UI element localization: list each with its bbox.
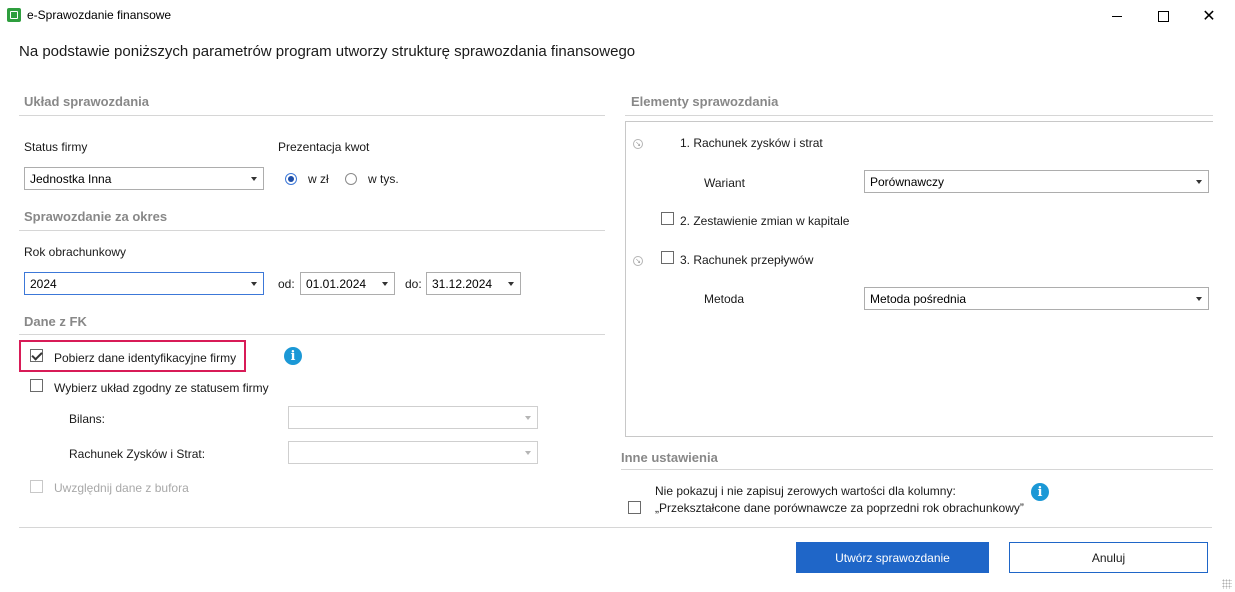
minimize-button[interactable] (1094, 0, 1140, 32)
wybierz-uklad-checkbox[interactable] (30, 379, 43, 392)
item-rachunek-przeplywow[interactable]: 3. Rachunek przepływów (680, 253, 813, 267)
footer-divider (19, 527, 1212, 528)
section-divider (19, 115, 605, 116)
section-title-fk: Dane z FK (24, 314, 87, 329)
zerowe-wartosci-line2: „Przekształcone dane porównawcze za popr… (655, 501, 1024, 515)
section-divider (625, 115, 1213, 116)
resize-grip-icon[interactable] (1222, 579, 1232, 589)
close-button[interactable]: ✕ (1186, 0, 1232, 32)
create-report-button[interactable]: Utwórz sprawozdanie (796, 542, 989, 573)
section-title-inne: Inne ustawienia (621, 450, 718, 465)
rok-obrachunkowy-combo[interactable]: 2024 (24, 272, 264, 295)
status-firmy-label: Status firmy (24, 140, 88, 154)
expand-glyph: ↘ (635, 140, 641, 148)
uwzglednij-bufor-label: Uwzględnij dane z bufora (54, 481, 189, 495)
dropdown-arrow-icon (251, 177, 257, 181)
bilans-combo[interactable] (288, 406, 538, 429)
dropdown-arrow-icon (1196, 180, 1202, 184)
zerowe-wartosci-line1: Nie pokazuj i nie zapisuj zerowych warto… (655, 484, 956, 498)
date-to-picker[interactable]: 31.12.2024 (426, 272, 521, 295)
dropdown-arrow-icon (251, 282, 257, 286)
od-label: od: (278, 277, 295, 291)
section-title-uklad: Układ sprawozdania (24, 94, 149, 109)
metoda-label: Metoda (704, 292, 745, 306)
date-to-value: 31.12.2024 (432, 277, 493, 291)
dropdown-arrow-icon (525, 416, 531, 420)
status-firmy-value: Jednostka Inna (30, 172, 112, 186)
date-from-value: 01.01.2024 (306, 277, 367, 291)
rachunek-przeplywow-checkbox[interactable] (661, 251, 674, 264)
radio-w-tys-label[interactable]: w tys. (368, 172, 399, 186)
wariant-combo[interactable]: Porównawczy (864, 170, 1209, 193)
info-glyph: i (1037, 484, 1043, 500)
dropdown-arrow-icon (382, 282, 388, 286)
metoda-combo[interactable]: Metoda pośrednia (864, 287, 1209, 310)
cancel-button[interactable]: Anuluj (1009, 542, 1208, 573)
info-glyph: i (290, 348, 296, 364)
info-icon[interactable]: i (284, 347, 302, 365)
section-divider (19, 230, 605, 231)
section-title-okres: Sprawozdanie za okres (24, 209, 168, 224)
app-icon (7, 8, 21, 22)
page-heading: Na podstawie poniższych parametrów progr… (19, 43, 636, 60)
section-divider (621, 469, 1213, 470)
expand-icon[interactable]: ↘ (633, 256, 643, 266)
radio-w-zl-label[interactable]: w zł (308, 172, 329, 186)
wariant-label: Wariant (704, 176, 745, 190)
window-title: e-Sprawozdanie finansowe (27, 8, 172, 22)
section-title-elementy: Elementy sprawozdania (631, 94, 779, 109)
wariant-value: Porównawczy (870, 175, 945, 189)
bilans-label: Bilans: (69, 412, 106, 426)
zerowe-wartosci-checkbox[interactable] (628, 501, 641, 514)
prezentacja-kwot-label: Prezentacja kwot (278, 140, 370, 154)
rok-obrachunkowy-value: 2024 (30, 277, 57, 291)
maximize-button[interactable] (1140, 0, 1186, 32)
do-label: do: (405, 277, 422, 291)
elementy-panel (625, 121, 1213, 437)
metoda-value: Metoda pośrednia (870, 292, 967, 306)
status-firmy-combo[interactable]: Jednostka Inna (24, 167, 264, 190)
expand-icon[interactable]: ↘ (633, 139, 643, 149)
radio-w-zl[interactable] (285, 173, 297, 185)
expand-glyph: ↘ (635, 257, 641, 265)
rok-obrachunkowy-label: Rok obrachunkowy (24, 245, 127, 259)
dropdown-arrow-icon (1196, 297, 1202, 301)
rzis-combo[interactable] (288, 441, 538, 464)
radio-w-tys[interactable] (345, 173, 357, 185)
item-zestawienie-zmian[interactable]: 2. Zestawienie zmian w kapitale (680, 214, 849, 228)
pobierz-dane-label[interactable]: Pobierz dane identyfikacyjne firmy (54, 351, 236, 365)
wybierz-uklad-label[interactable]: Wybierz układ zgodny ze statusem firmy (54, 381, 269, 395)
title-bar: e-Sprawozdanie finansowe ✕ (0, 0, 1235, 32)
date-from-picker[interactable]: 01.01.2024 (300, 272, 395, 295)
info-icon[interactable]: i (1031, 483, 1049, 501)
section-divider (19, 334, 605, 335)
dropdown-arrow-icon (508, 282, 514, 286)
pobierz-dane-checkbox[interactable] (30, 349, 43, 362)
rzis-label: Rachunek Zysków i Strat: (69, 447, 206, 461)
uwzglednij-bufor-checkbox[interactable] (30, 480, 43, 493)
minimize-icon (1112, 15, 1122, 17)
zestawienie-zmian-checkbox[interactable] (661, 212, 674, 225)
close-icon: ✕ (1202, 6, 1216, 25)
dropdown-arrow-icon (525, 451, 531, 455)
maximize-icon (1157, 10, 1169, 22)
item-rachunek-zyskow: 1. Rachunek zysków i strat (680, 136, 823, 150)
